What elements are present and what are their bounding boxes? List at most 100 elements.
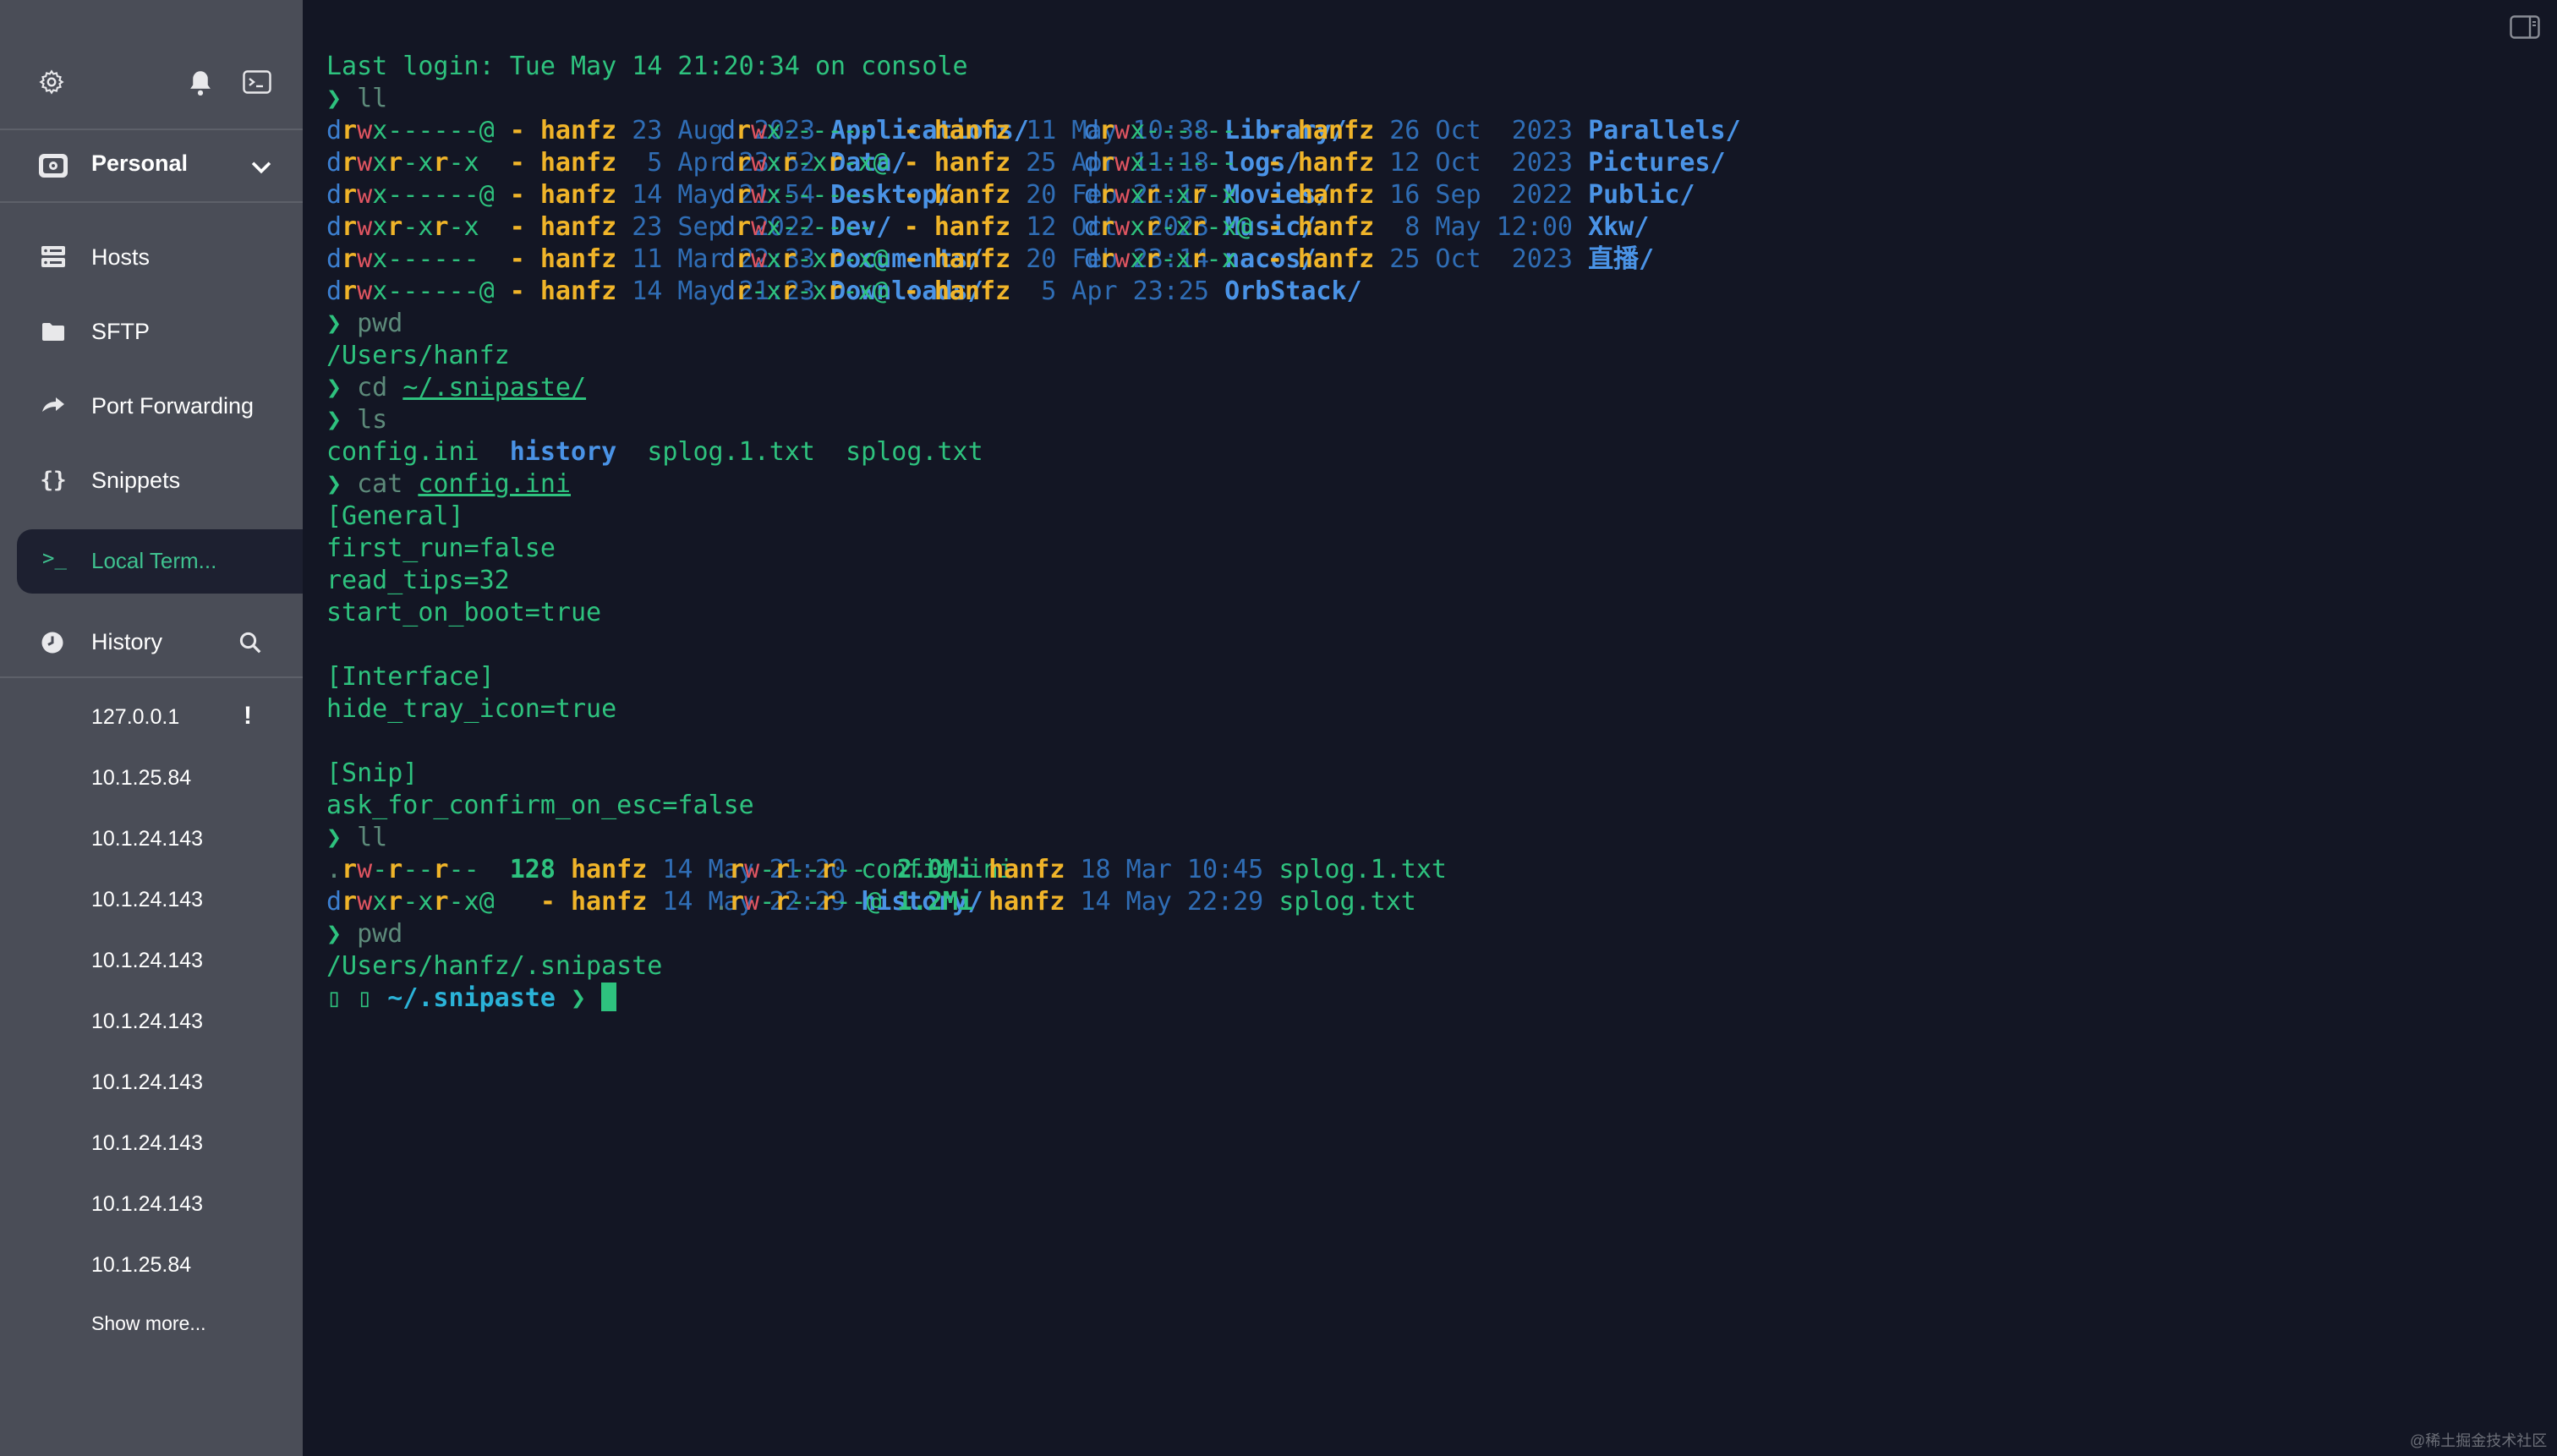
listing-entry: drwxr-xr-x - hanfz 16 Sep 2022 Public/ — [1084, 179, 1695, 211]
history-item[interactable]: 10.1.24.143 — [91, 827, 203, 851]
directory-name: Pictures/ — [1588, 148, 1726, 178]
text-cursor[interactable] — [601, 983, 617, 1011]
vault-icon — [37, 151, 69, 181]
file-size: - — [903, 244, 919, 274]
permissions: drwx------ — [720, 212, 873, 242]
file-owner: hanfz — [539, 212, 617, 242]
file-date: 25 Oct 2023 — [1389, 244, 1573, 274]
sidebar-item-snippets[interactable]: {} Snippets — [0, 446, 303, 514]
permissions: drwx------ — [720, 180, 873, 210]
prompt-glyphs: ▯ ▯ — [326, 983, 388, 1013]
permissions: drwx------@ — [326, 276, 495, 306]
history-item[interactable]: 10.1.25.84 — [91, 1253, 191, 1278]
permissions: .rw-r--r-- — [714, 855, 867, 884]
chevron-down-icon[interactable] — [247, 152, 276, 181]
prompt-symbol: ❯ — [326, 309, 358, 338]
config-line — [326, 629, 2540, 661]
history-header: History — [0, 609, 303, 678]
sidebar-toolbar — [0, 0, 303, 130]
permissions: drwxr-xr-x@ — [1084, 212, 1252, 242]
command-line: ❯ cat config.ini — [326, 468, 2540, 501]
file-size: - — [509, 276, 525, 306]
file-size: - — [509, 244, 525, 274]
listing-entry: drwx------ - hanfz 26 Oct 2023 Parallels… — [1084, 115, 1741, 147]
sidebar-item-sftp[interactable]: SFTP — [0, 298, 303, 365]
config-text: start_on_boot=true — [326, 598, 602, 627]
terminal-window-icon[interactable] — [242, 69, 272, 95]
sidebar: Personal Hosts SFTP Port Forwarding {} S… — [0, 0, 303, 1456]
vault-label: Personal — [91, 151, 189, 176]
command: ll — [357, 823, 388, 852]
history-item[interactable]: 10.1.25.84 — [91, 766, 191, 791]
permissions: drwxr-xr-x — [326, 212, 479, 242]
history-item[interactable]: 10.1.24.143 — [91, 949, 203, 973]
directory-name: Parallels/ — [1588, 116, 1741, 145]
sidebar-item-hosts[interactable]: Hosts — [0, 223, 303, 291]
sidebar-item-local-terminal[interactable]: >_ Local Term... — [17, 529, 303, 594]
command-argument: config.ini — [418, 469, 571, 499]
pwd-output: /Users/hanfz — [326, 341, 510, 370]
listing-entry: drwx------ - hanfz 12 Oct 2023 Pictures/ — [1084, 147, 1726, 179]
file-size: 128 — [509, 855, 556, 884]
port-forwarding-icon — [39, 391, 68, 420]
gear-icon[interactable] — [37, 68, 66, 96]
file-date: 16 Sep 2022 — [1389, 180, 1573, 210]
bell-icon[interactable] — [186, 68, 215, 98]
history-item[interactable]: 127.0.0.1 — [91, 705, 179, 730]
directory-name: OrbStack/ — [1224, 276, 1362, 306]
listing-row: drwx------ - hanfz 11 Mar 22:33 Document… — [326, 244, 2540, 276]
history-item[interactable]: 10.1.24.143 — [91, 1070, 203, 1095]
command: pwd — [357, 309, 403, 338]
output-line: /Users/hanfz/.snipaste — [326, 950, 2540, 983]
sidebar-item-label: Hosts — [91, 244, 151, 270]
file-name: splog.1.txt — [647, 437, 815, 467]
command-line: ❯ ls — [326, 404, 2540, 436]
config-text: first_run=false — [326, 534, 556, 563]
permissions: drwxr-xr-x@ — [720, 244, 889, 274]
file-owner: hanfz — [571, 887, 648, 917]
file-size: - — [1267, 148, 1283, 178]
hosts-icon — [39, 243, 68, 271]
file-size: - — [509, 116, 525, 145]
vault-selector[interactable]: Personal — [0, 130, 303, 203]
login-line: Last login: Tue May 14 21:20:34 on conso… — [326, 51, 2540, 83]
history-item[interactable]: 10.1.24.143 — [91, 1192, 203, 1217]
command-line: ❯ pwd — [326, 918, 2540, 950]
directory-name: Xkw/ — [1588, 212, 1650, 242]
sidebar-item-label: Snippets — [91, 467, 181, 493]
file-size: - — [1267, 212, 1283, 242]
command-line: ❯ cd ~/.snipaste/ — [326, 372, 2540, 404]
terminal-pane[interactable]: Last login: Tue May 14 21:20:34 on conso… — [303, 0, 2557, 1456]
config-text: [Snip] — [326, 758, 419, 788]
history-item[interactable]: 10.1.24.143 — [91, 1010, 203, 1034]
sidebar-item-port-forwarding[interactable]: Port Forwarding — [0, 372, 303, 440]
file-date: 14 May 22:29 — [1080, 887, 1264, 917]
command: pwd — [357, 919, 403, 949]
permissions: drwx------ — [720, 116, 873, 145]
config-line: [Snip] — [326, 758, 2540, 790]
history-item[interactable]: 10.1.24.143 — [91, 1131, 203, 1156]
command: cat — [357, 469, 403, 499]
permissions: drwx------ — [1084, 148, 1237, 178]
search-icon[interactable] — [235, 627, 266, 658]
prompt-path: ~/.snipaste — [387, 983, 556, 1013]
file-owner: hanfz — [539, 244, 617, 274]
clock-icon — [39, 629, 66, 656]
config-text: read_tips=32 — [326, 566, 510, 595]
listing-entry: drwxr-xr-x@ - hanfz 8 May 12:00 Xkw/ — [1084, 211, 1649, 244]
listing-row: drwxr-xr-x - hanfz 5 Apr 23:52 Data/drwx… — [326, 147, 2540, 179]
terminal-prompt-icon: >_ — [42, 546, 67, 570]
permissions: drwxr-xr-x@ — [326, 887, 495, 917]
prompt-symbol: ❯ — [326, 919, 358, 949]
sidebar-toggle-icon[interactable] — [2510, 15, 2540, 39]
file-owner: hanfz — [1297, 244, 1375, 274]
history-item[interactable]: 10.1.24.143 — [91, 888, 203, 912]
sidebar-item-label: SFTP — [91, 318, 151, 344]
file-owner: hanfz — [988, 855, 1065, 884]
show-more-link[interactable]: Show more... — [91, 1312, 206, 1335]
prompt-symbol: ❯ — [326, 84, 358, 113]
directory-name: 直播/ — [1588, 244, 1655, 274]
file-date: 8 May 12:00 — [1389, 212, 1573, 242]
config-line: read_tips=32 — [326, 565, 2540, 597]
history-label: History — [91, 629, 163, 654]
